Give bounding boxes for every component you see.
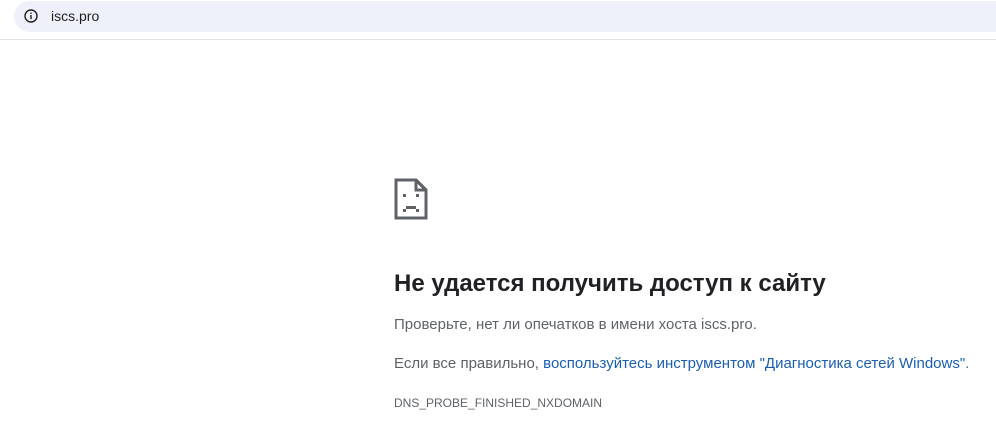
diagnostics-prefix: Если все правильно, bbox=[394, 355, 544, 372]
site-info-icon[interactable] bbox=[24, 9, 38, 23]
address-bar[interactable] bbox=[14, 1, 996, 32]
error-hint-typo: Проверьте, нет ли опечатков в имени хост… bbox=[394, 316, 757, 333]
error-hint-diagnostics: Если все правильно, воспользуйтесь инстр… bbox=[394, 354, 969, 374]
browser-toolbar: iscs.pro bbox=[0, 0, 996, 40]
address-bar-url[interactable]: iscs.pro bbox=[51, 8, 99, 24]
diagnostics-suffix: . bbox=[965, 355, 970, 372]
error-title: Не удается получить доступ к сайту bbox=[394, 270, 826, 297]
sad-document-icon bbox=[394, 178, 428, 220]
network-diagnostics-link[interactable]: воспользуйтесь инструментом "Диагностика… bbox=[543, 355, 965, 372]
error-code: DNS_PROBE_FINISHED_NXDOMAIN bbox=[394, 396, 603, 410]
